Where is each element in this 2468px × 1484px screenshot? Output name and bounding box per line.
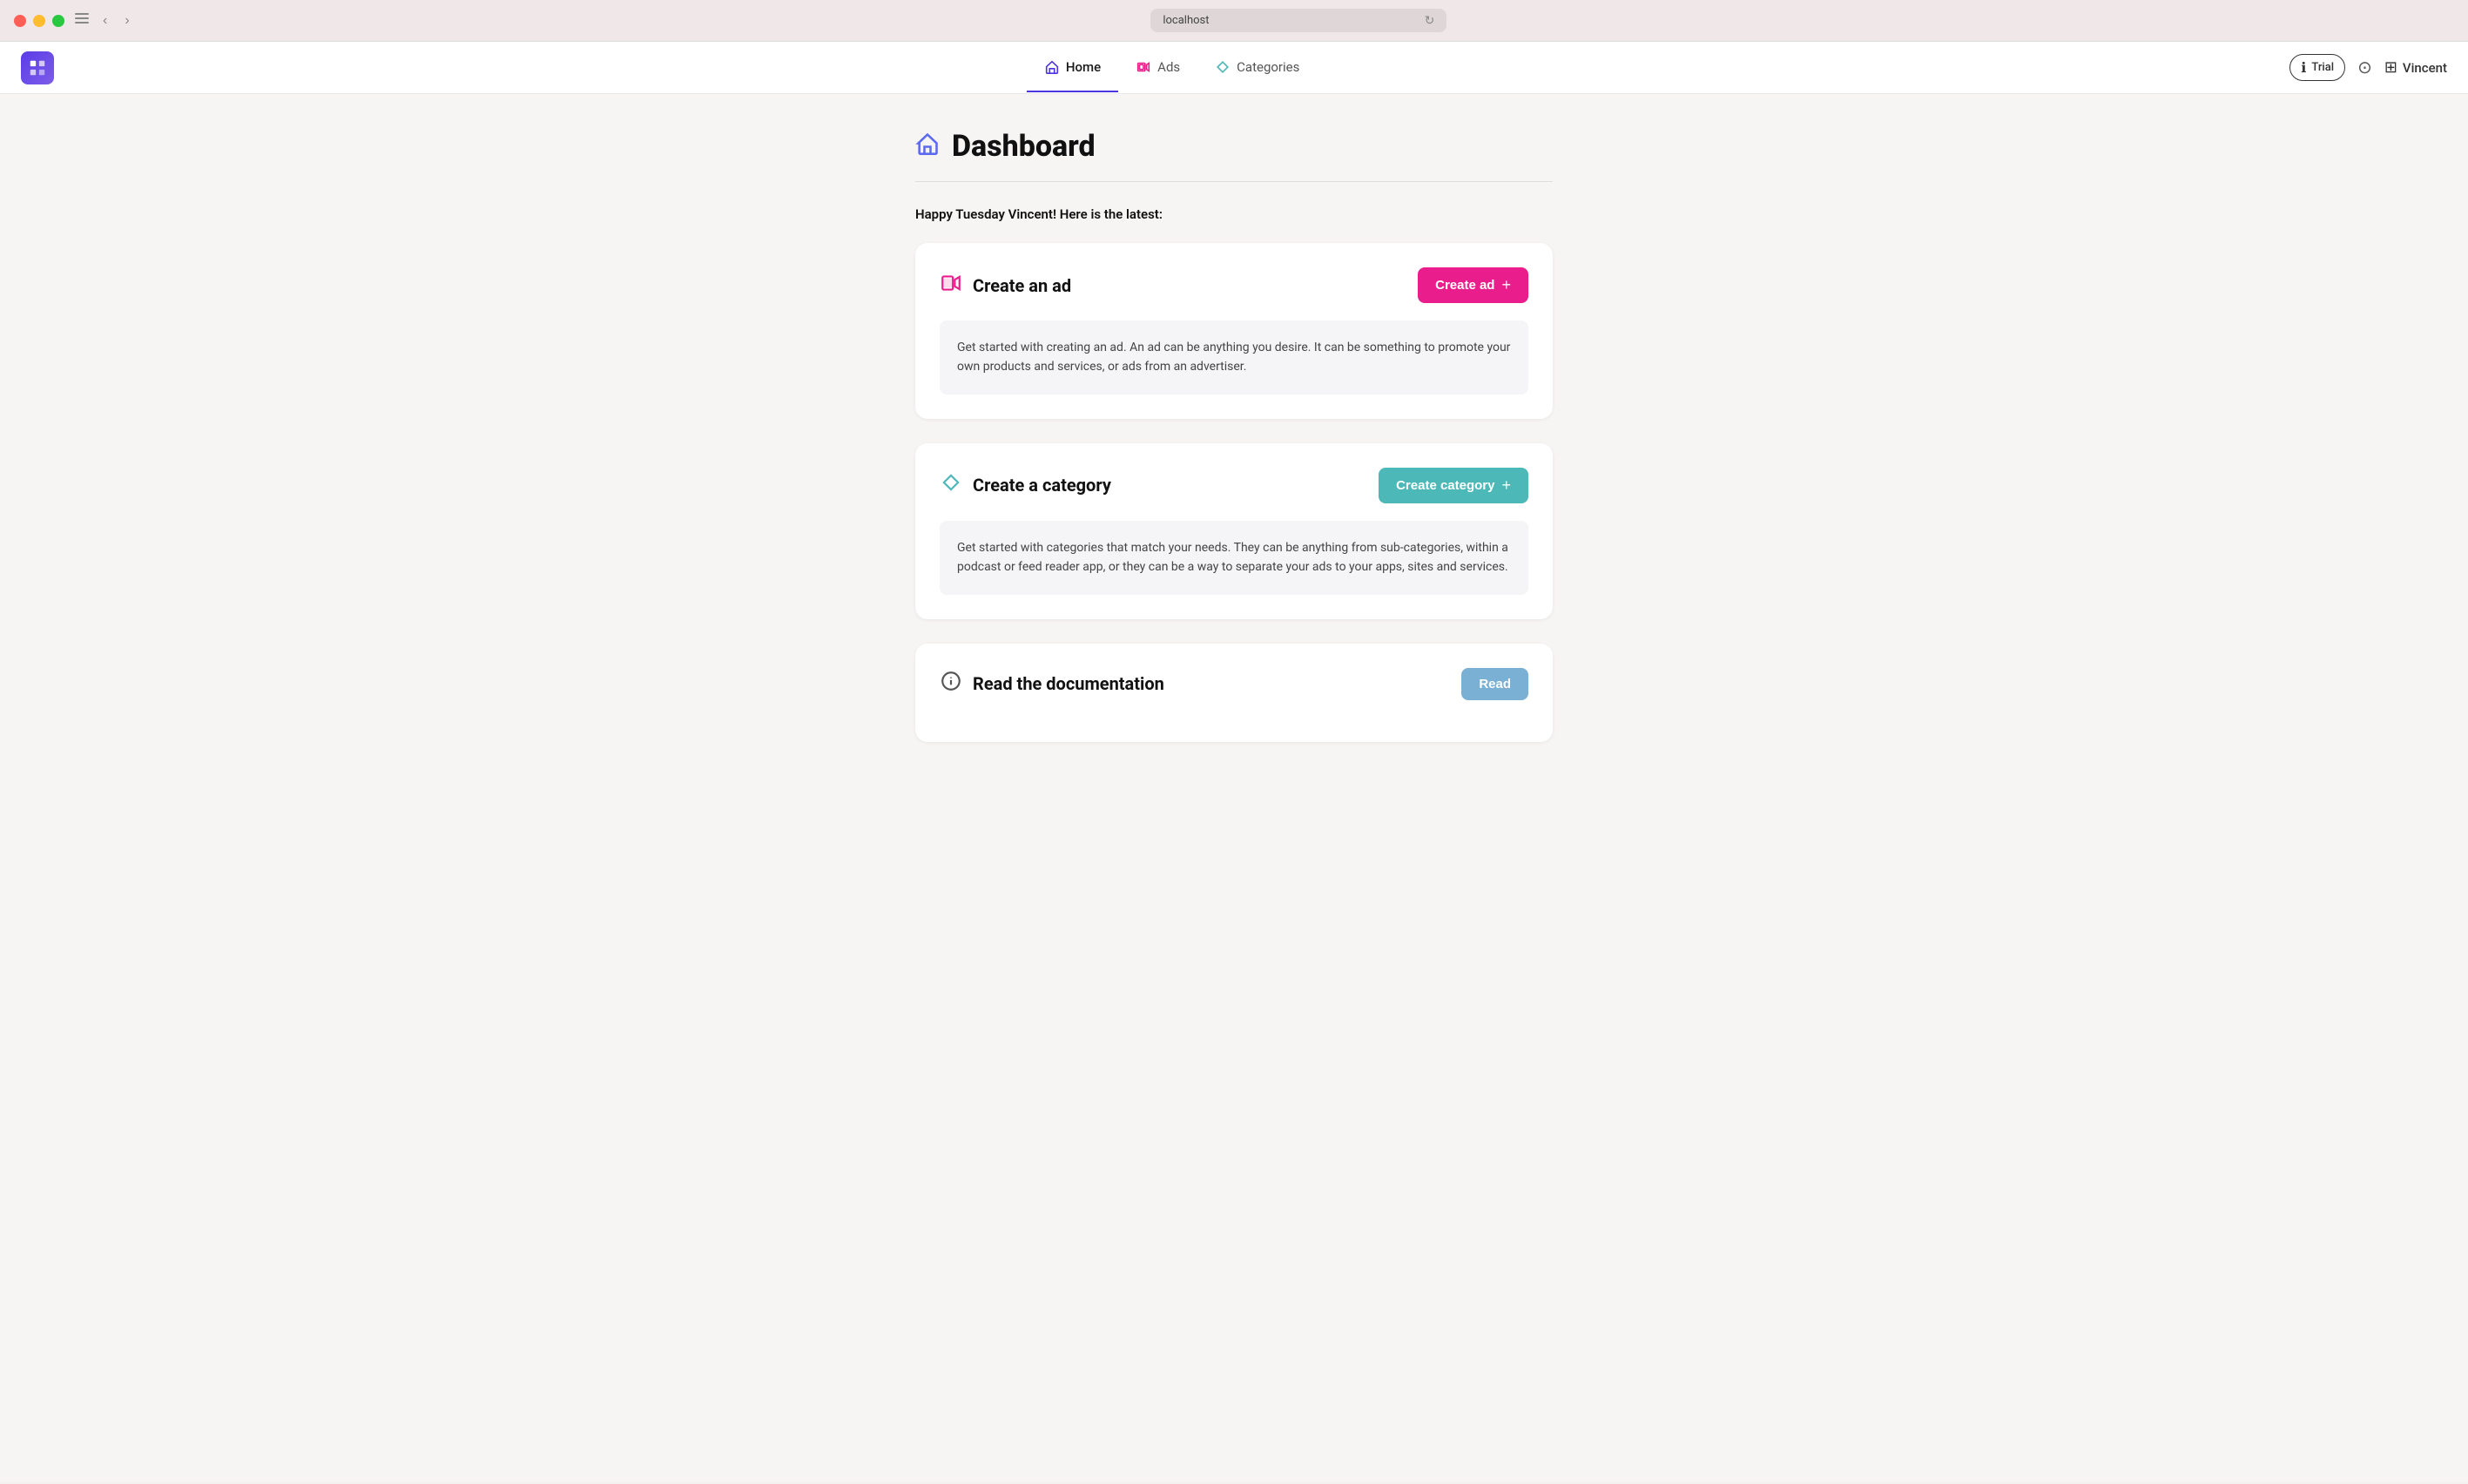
- read-docs-button[interactable]: Read: [1461, 668, 1528, 700]
- forward-button[interactable]: ›: [121, 12, 132, 30]
- create-category-button-label: Create category: [1396, 478, 1494, 493]
- minimize-button[interactable]: [33, 15, 45, 27]
- page-title: Dashboard: [952, 129, 1096, 164]
- read-docs-card: Read the documentation Read: [915, 644, 1553, 742]
- browser-titlebar: ‹ › localhost ↻: [14, 9, 2454, 32]
- nav-item-categories[interactable]: Categories: [1197, 44, 1317, 92]
- nav-right: ℹ Trial ⊙ ⊞ Vincent: [2289, 54, 2447, 81]
- page-header: Dashboard: [915, 129, 1553, 164]
- help-icon: ⊙: [2357, 57, 2372, 78]
- create-category-card: Create a category Create category + Get …: [915, 443, 1553, 619]
- create-category-button[interactable]: Create category +: [1379, 468, 1528, 503]
- create-category-title: Create a category: [973, 475, 1111, 496]
- create-category-description: Get started with categories that match y…: [940, 521, 1528, 595]
- header-divider: [915, 181, 1553, 182]
- refresh-button[interactable]: ↻: [1425, 13, 1435, 28]
- plus-icon-category: +: [1501, 476, 1511, 495]
- trial-badge[interactable]: ℹ Trial: [2289, 54, 2345, 81]
- browser-chrome: ‹ › localhost ↻: [0, 0, 2468, 42]
- address-bar: localhost ↻: [144, 9, 2454, 32]
- help-button[interactable]: ⊙: [2357, 57, 2372, 78]
- trial-label: Trial: [2311, 61, 2334, 74]
- close-button[interactable]: [14, 15, 26, 27]
- nav-label-ads: Ads: [1157, 59, 1180, 75]
- greeting-text: Happy Tuesday Vincent! Here is the lates…: [915, 206, 1553, 222]
- user-menu[interactable]: ⊞ Vincent: [2384, 58, 2447, 77]
- ad-card-icon: [940, 272, 962, 300]
- nav-item-ads[interactable]: Ads: [1118, 44, 1197, 92]
- ads-icon: [1136, 59, 1151, 75]
- user-label: Vincent: [2403, 60, 2447, 76]
- app-logo[interactable]: [21, 51, 54, 84]
- create-ad-header: Create an ad Create ad +: [940, 267, 1528, 303]
- nav-label-categories: Categories: [1237, 59, 1299, 75]
- read-docs-button-label: Read: [1479, 677, 1511, 691]
- address-bar-inner[interactable]: localhost ↻: [1150, 9, 1446, 32]
- maximize-button[interactable]: [52, 15, 64, 27]
- nav-label-home: Home: [1066, 59, 1101, 75]
- card-title-group-ad: Create an ad: [940, 272, 1071, 300]
- card-title-group-docs: Read the documentation: [940, 670, 1164, 698]
- category-card-icon: [940, 471, 962, 499]
- url-text: localhost: [1163, 14, 1209, 27]
- nav-center: Home Ads Categories: [54, 44, 2289, 92]
- nav-item-home[interactable]: Home: [1027, 44, 1118, 92]
- create-ad-button-label: Create ad: [1435, 278, 1494, 293]
- main-content: Dashboard Happy Tuesday Vincent! Here is…: [0, 94, 2468, 1482]
- create-ad-description: Get started with creating an ad. An ad c…: [940, 320, 1528, 395]
- docs-card-icon: [940, 670, 962, 698]
- create-category-header: Create a category Create category +: [940, 468, 1528, 503]
- home-icon: [1044, 59, 1060, 75]
- create-ad-card: Create an ad Create ad + Get started wit…: [915, 243, 1553, 419]
- create-ad-button[interactable]: Create ad +: [1418, 267, 1528, 303]
- plus-icon-ad: +: [1501, 276, 1511, 294]
- dashboard-icon: [915, 132, 940, 162]
- user-icon: ⊞: [2384, 58, 2397, 77]
- sidebar-toggle-button[interactable]: [75, 12, 89, 29]
- create-ad-title: Create an ad: [973, 275, 1071, 296]
- card-title-group-category: Create a category: [940, 471, 1111, 499]
- traffic-lights: [14, 15, 64, 27]
- trial-icon: ℹ: [2301, 59, 2306, 76]
- read-docs-header: Read the documentation Read: [940, 668, 1528, 700]
- content-wrapper: Dashboard Happy Tuesday Vincent! Here is…: [894, 129, 1574, 742]
- read-docs-title: Read the documentation: [973, 673, 1164, 694]
- categories-icon: [1215, 59, 1231, 75]
- app-navbar: Home Ads Categories ℹ Trial ⊙ ⊞: [0, 42, 2468, 94]
- back-button[interactable]: ‹: [99, 12, 111, 30]
